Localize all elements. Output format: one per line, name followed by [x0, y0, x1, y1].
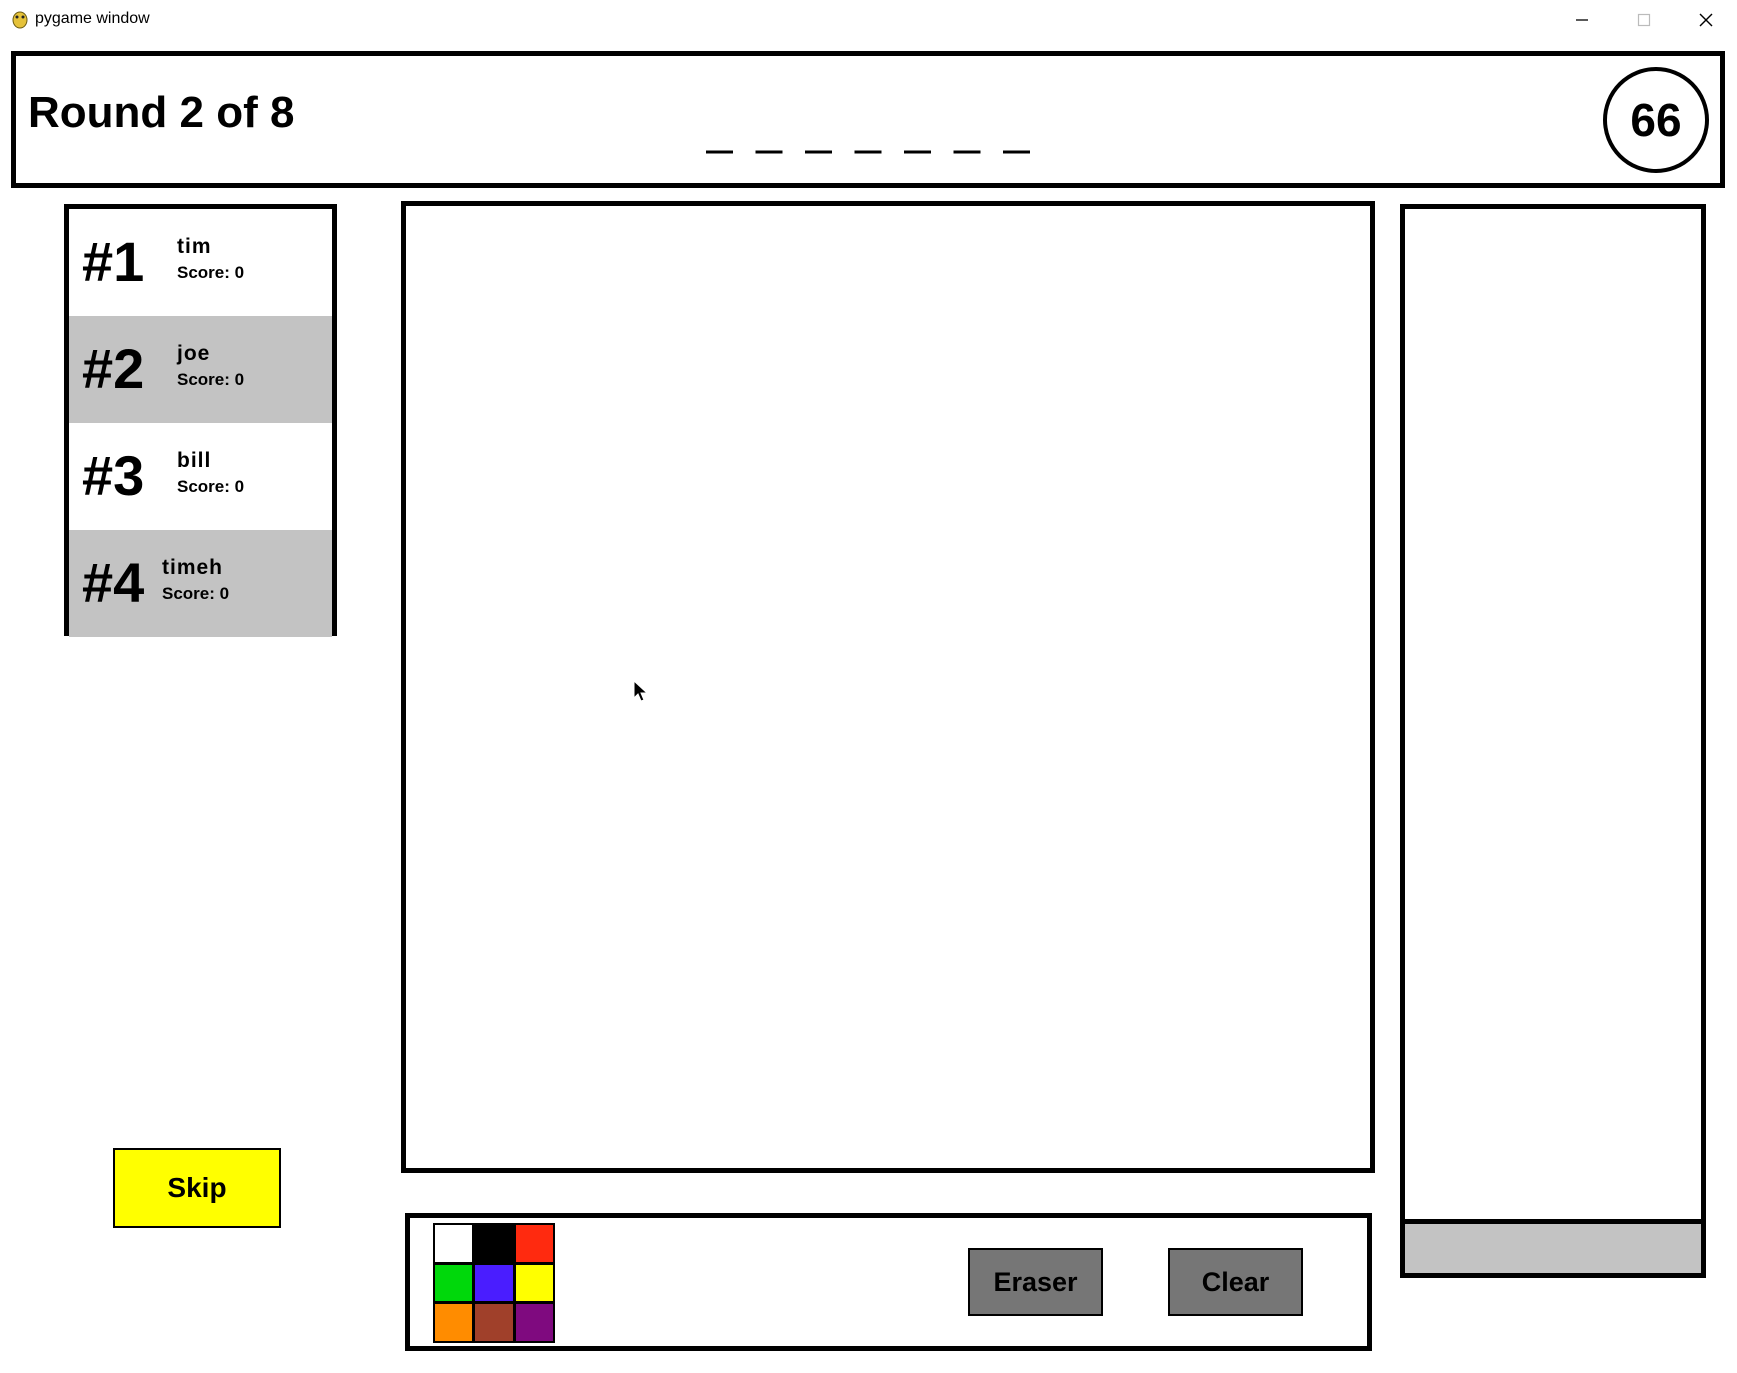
window-title: pygame window	[35, 10, 150, 27]
leaderboard-row: #4 timeh Score: 0	[69, 530, 332, 637]
player-score: Score: 0	[177, 477, 245, 496]
player-score: Score: 0	[177, 263, 245, 282]
eraser-button[interactable]: Eraser	[968, 1248, 1103, 1316]
mouse-cursor-icon	[633, 680, 649, 702]
pygame-snake-icon	[12, 11, 28, 29]
player-score: Score: 0	[177, 370, 245, 389]
player-name: joe	[177, 342, 211, 365]
player-name: bill	[177, 449, 212, 472]
color-swatch[interactable]	[435, 1225, 473, 1262]
player-rank: #2	[82, 337, 145, 400]
player-rank: #4	[82, 551, 145, 614]
round-indicator: Round 2 of 8	[28, 88, 295, 137]
maximize-icon	[1637, 13, 1651, 27]
player-score: Score: 0	[162, 584, 230, 603]
color-palette	[433, 1223, 555, 1343]
minimize-icon	[1576, 19, 1588, 21]
color-swatch[interactable]	[515, 1264, 553, 1302]
player-name: timeh	[162, 556, 224, 579]
skip-button[interactable]: Skip	[113, 1148, 281, 1228]
chat-input[interactable]	[1400, 1219, 1706, 1278]
color-swatch[interactable]	[475, 1264, 513, 1302]
leaderboard-row: #3 bill Score: 0	[69, 423, 332, 530]
drawing-canvas[interactable]	[401, 201, 1375, 1173]
word-blanks	[706, 150, 1030, 154]
chat-panel	[1400, 204, 1706, 1278]
window-titlebar	[0, 0, 1737, 40]
close-icon	[1699, 13, 1713, 27]
color-swatch[interactable]	[435, 1264, 473, 1302]
player-rank: #1	[82, 230, 145, 293]
player-rank: #3	[82, 444, 145, 507]
leaderboard-row: #1 tim Score: 0	[69, 209, 332, 316]
leaderboard-row: #2 joe Score: 0	[69, 316, 332, 423]
clear-button[interactable]: Clear	[1168, 1248, 1303, 1316]
close-button[interactable]	[1675, 0, 1737, 40]
leaderboard: #1 tim Score: 0 #2 joe Score: 0 #3 bill Score: 0…	[64, 204, 337, 637]
countdown-timer: 66	[1603, 67, 1709, 173]
color-swatch[interactable]	[515, 1225, 553, 1262]
player-name: tim	[177, 235, 212, 258]
color-swatch[interactable]	[515, 1304, 553, 1341]
color-swatch[interactable]	[475, 1225, 513, 1262]
maximize-button[interactable]	[1613, 0, 1675, 40]
minimize-button[interactable]	[1551, 0, 1613, 40]
color-swatch[interactable]	[475, 1304, 513, 1341]
color-swatch[interactable]	[435, 1304, 473, 1341]
